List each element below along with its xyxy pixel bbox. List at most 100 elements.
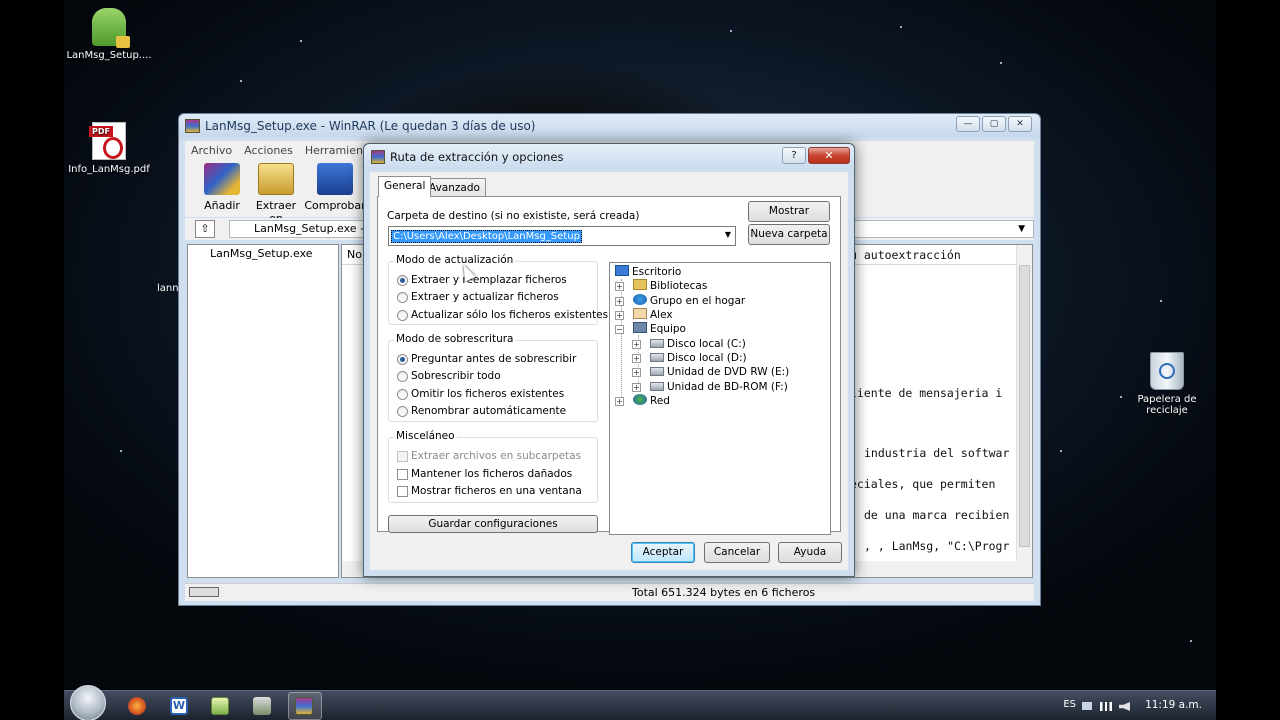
- show-button[interactable]: Mostrar: [748, 201, 830, 222]
- expand-icon[interactable]: +: [632, 368, 641, 377]
- desktop-icon-pdf[interactable]: Info_LanMsg.pdf: [64, 122, 154, 175]
- dialog-close-button[interactable]: ✕: [808, 147, 850, 164]
- test-button[interactable]: Comprobar: [303, 159, 367, 217]
- tree-node-dvd-e[interactable]: + Unidad de DVD RW (E:): [632, 365, 789, 379]
- radio-button[interactable]: [397, 406, 408, 417]
- chevron-down-icon[interactable]: ▼: [1018, 221, 1025, 237]
- radio-label: Renombrar automáticamente: [411, 405, 567, 417]
- scroll-thumb[interactable]: [1019, 265, 1030, 547]
- dialog-body: General Avanzado Carpeta de destino (si …: [370, 172, 848, 570]
- desktop-icon-recycle-bin[interactable]: Papelera de reciclaje: [1122, 352, 1212, 416]
- close-button[interactable]: ✕: [1008, 116, 1032, 132]
- radio-extract-replace[interactable]: Extraer y reemplazar ficheros: [397, 272, 567, 288]
- maximize-button[interactable]: ▢: [982, 116, 1006, 132]
- radio-button[interactable]: [397, 310, 408, 321]
- desktop-icon: [615, 265, 629, 276]
- clock[interactable]: 11:19 a.m.: [1145, 699, 1202, 711]
- tree-node-network[interactable]: + Red: [615, 394, 670, 408]
- radio-update-existing[interactable]: Actualizar sólo los ficheros existentes: [397, 307, 608, 323]
- user-folder-icon: [633, 308, 647, 319]
- general-tab-panel: Carpeta de destino (si no exististe, ser…: [377, 196, 841, 535]
- chevron-down-icon[interactable]: ▼: [725, 230, 731, 239]
- expand-icon[interactable]: +: [632, 340, 641, 349]
- word-taskbar-icon[interactable]: W: [170, 697, 188, 715]
- tree-node-drive-c[interactable]: + Disco local (C:): [632, 337, 746, 351]
- desktop-partial-label: lann: [157, 283, 179, 294]
- add-button[interactable]: Añadir: [195, 159, 249, 217]
- checkbox-keep-broken[interactable]: Mantener los ficheros dañados: [397, 466, 572, 482]
- radio-ask-overwrite[interactable]: Preguntar antes de sobrescribir: [397, 351, 576, 367]
- radio-button[interactable]: [397, 275, 408, 286]
- tree-node-bd-f[interactable]: + Unidad de BD-ROM (F:): [632, 380, 788, 394]
- help-title-button[interactable]: ?: [782, 147, 806, 164]
- status-bar: Total 651.324 bytes en 6 ficheros: [185, 583, 1034, 601]
- save-settings-button[interactable]: Guardar configuraciones: [388, 515, 598, 533]
- expand-icon[interactable]: +: [615, 297, 624, 306]
- tree-node-user[interactable]: + Alex: [615, 308, 673, 322]
- expand-icon[interactable]: +: [615, 311, 624, 320]
- key-icon: [189, 587, 219, 597]
- menu-archivo[interactable]: Archivo: [191, 144, 232, 157]
- collapse-icon[interactable]: −: [615, 325, 624, 334]
- setup-exe-icon: [92, 8, 130, 48]
- checkbox[interactable]: [397, 486, 408, 497]
- tab-avanzado[interactable]: Avanzado: [423, 178, 486, 197]
- expand-icon[interactable]: +: [615, 397, 624, 406]
- tree-node-drive-d[interactable]: + Disco local (D:): [632, 351, 747, 365]
- radio-auto-rename[interactable]: Renombrar automáticamente: [397, 403, 566, 419]
- archive-tree-pane[interactable]: LanMsg_Setup.exe: [187, 244, 339, 578]
- star: [120, 450, 122, 452]
- checkbox[interactable]: [397, 469, 408, 480]
- add-archive-icon: [204, 163, 240, 195]
- star: [1060, 450, 1062, 452]
- cancel-button[interactable]: Cancelar: [704, 542, 770, 563]
- expand-icon[interactable]: +: [615, 282, 624, 291]
- radio-skip-existing[interactable]: Omitir los ficheros existentes: [397, 386, 564, 402]
- minimize-button[interactable]: —: [956, 116, 980, 132]
- radio-button[interactable]: [397, 371, 408, 382]
- left-letterbox: [0, 0, 64, 720]
- comment-line: , , LanMsg, "C:\Progr: [864, 539, 1010, 553]
- flag-icon[interactable]: [1082, 702, 1092, 710]
- image-viewer-taskbar-icon[interactable]: [211, 697, 229, 715]
- expand-icon[interactable]: +: [632, 354, 641, 363]
- tree-item-archive[interactable]: LanMsg_Setup.exe: [210, 247, 313, 260]
- radio-extract-update[interactable]: Extraer y actualizar ficheros: [397, 289, 559, 305]
- tab-general[interactable]: General: [378, 176, 432, 197]
- ok-button[interactable]: Aceptar: [631, 542, 695, 563]
- tool-taskbar-icon[interactable]: [253, 697, 271, 715]
- tree-node-desktop[interactable]: Escritorio: [615, 265, 681, 279]
- new-folder-button[interactable]: Nueva carpeta: [748, 224, 830, 245]
- vertical-scrollbar[interactable]: [1016, 245, 1032, 563]
- checkbox-extract-subfolders: Extraer archivos en subcarpetas: [397, 448, 581, 464]
- radio-button[interactable]: [397, 354, 408, 365]
- radio-button[interactable]: [397, 389, 408, 400]
- extract-to-button[interactable]: Extraer en: [249, 159, 303, 225]
- checkbox-show-files[interactable]: Mostrar ficheros en una ventana: [397, 483, 582, 499]
- radio-overwrite-all[interactable]: Sobrescribir todo: [397, 368, 501, 384]
- network-signal-icon[interactable]: [1100, 702, 1112, 711]
- language-indicator[interactable]: ES: [1063, 699, 1076, 710]
- destination-path-input[interactable]: C:\Users\Alex\Desktop\LanMsg_Setup ▼: [388, 226, 736, 246]
- dialog-title-bar[interactable]: Ruta de extracción y opciones ? ✕: [364, 144, 854, 170]
- volume-icon[interactable]: [1119, 702, 1130, 711]
- up-folder-button[interactable]: ⇧: [195, 220, 215, 238]
- radio-button[interactable]: [397, 292, 408, 303]
- help-button[interactable]: Ayuda: [778, 542, 842, 563]
- misc-group: Misceláneo Extraer archivos en subcarpet…: [388, 430, 598, 503]
- folder-tree[interactable]: Escritorio + Bibliotecas + Grupo en el hog…: [609, 262, 831, 535]
- winrar-title-bar[interactable]: LanMsg_Setup.exe - WinRAR (Le quedan 3 d…: [179, 114, 1040, 138]
- desktop-icon-setup[interactable]: LanMsg_Setup....: [64, 8, 154, 61]
- firefox-taskbar-icon[interactable]: [128, 697, 146, 715]
- winrar-taskbar-icon[interactable]: [295, 697, 313, 715]
- tree-node-libraries[interactable]: + Bibliotecas: [615, 279, 707, 293]
- tree-node-homegroup[interactable]: + Grupo en el hogar: [615, 294, 745, 308]
- recycle-bin-label-line2: reciclaje: [1146, 405, 1188, 416]
- menu-acciones[interactable]: Acciones: [244, 144, 293, 157]
- tree-node-label: Escritorio: [632, 266, 682, 278]
- star: [240, 80, 242, 82]
- update-mode-title: Modo de actualización: [394, 254, 516, 266]
- expand-icon[interactable]: +: [632, 383, 641, 392]
- start-button[interactable]: [70, 685, 106, 720]
- tree-node-computer[interactable]: − Equipo: [615, 322, 686, 336]
